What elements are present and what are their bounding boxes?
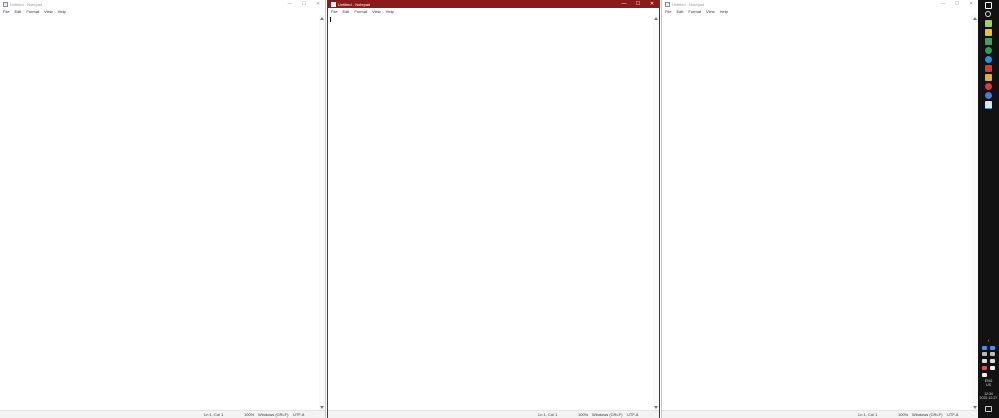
window-title: Untitled - Notepad bbox=[338, 1, 371, 7]
maximize-button[interactable]: ☐ bbox=[631, 0, 645, 8]
app-icon-1[interactable] bbox=[985, 20, 992, 27]
title-bar[interactable]: Untitled - Notepad — ☐ ✕ bbox=[328, 0, 659, 8]
app-icon-9[interactable] bbox=[985, 92, 992, 99]
encoding: UTF-8 bbox=[947, 412, 959, 417]
keyboard-layout: US bbox=[986, 383, 991, 387]
window-title: Untitled - Notepad bbox=[672, 1, 705, 7]
window-title: Untitled - Notepad bbox=[10, 1, 43, 7]
zoom-level: 100% bbox=[578, 412, 589, 417]
text-editor[interactable] bbox=[0, 15, 319, 411]
app-icon-7[interactable] bbox=[985, 74, 992, 81]
menu-file[interactable]: File bbox=[665, 9, 671, 14]
close-button[interactable]: ✕ bbox=[645, 0, 659, 8]
menu-file[interactable]: File bbox=[331, 9, 337, 14]
cursor-position: Ln 1, Col 1 bbox=[538, 412, 558, 417]
menu-edit[interactable]: Edit bbox=[14, 9, 21, 14]
title-bar[interactable]: Untitled - Notepad — ☐ ✕ bbox=[0, 0, 325, 8]
notepad-icon bbox=[331, 1, 336, 7]
minimize-button[interactable]: — bbox=[617, 0, 631, 8]
minimize-button[interactable]: — bbox=[936, 0, 950, 8]
edge-browser-icon[interactable] bbox=[985, 56, 992, 63]
tray-icon-8[interactable] bbox=[990, 366, 995, 370]
close-button[interactable]: ✕ bbox=[311, 0, 325, 8]
file-explorer-icon[interactable] bbox=[985, 29, 992, 36]
menu-view[interactable]: View bbox=[44, 9, 53, 14]
menu-help[interactable]: Help bbox=[58, 9, 66, 14]
close-button[interactable]: ✕ bbox=[964, 0, 978, 8]
notepad-icon bbox=[3, 1, 8, 7]
scroll-up-icon[interactable] bbox=[320, 17, 324, 20]
app-icon-6[interactable] bbox=[985, 65, 992, 72]
windows-start-icon[interactable] bbox=[985, 2, 992, 9]
line-ending: Windows (CRLF) bbox=[258, 412, 289, 417]
text-caret bbox=[330, 17, 331, 22]
tray-icon-1[interactable] bbox=[982, 346, 987, 350]
zoom-level: 100% bbox=[244, 412, 255, 417]
zoom-level: 100% bbox=[898, 412, 909, 417]
menu-bar: File Edit Format View Help bbox=[0, 8, 325, 15]
app-icon-3[interactable] bbox=[985, 38, 992, 45]
cursor-position: Ln 1, Col 1 bbox=[858, 412, 878, 417]
app-icon-4[interactable] bbox=[985, 47, 992, 54]
scroll-down-icon[interactable] bbox=[654, 406, 658, 409]
maximize-button[interactable]: ☐ bbox=[950, 0, 964, 8]
tray-icon-7[interactable] bbox=[982, 366, 987, 370]
volume-icon[interactable] bbox=[990, 359, 995, 363]
menu-format[interactable]: Format bbox=[688, 9, 701, 14]
line-ending: Windows (CRLF) bbox=[912, 412, 943, 417]
app-icon-8[interactable] bbox=[985, 83, 992, 90]
title-bar[interactable]: Untitled - Notepad — ☐ ✕ bbox=[662, 0, 978, 8]
notepad-icon bbox=[665, 1, 670, 7]
text-editor[interactable] bbox=[662, 15, 972, 411]
clock[interactable]: 12:34 2022-12-27 bbox=[978, 392, 999, 400]
notepad-window-1[interactable]: Untitled - Notepad — ☐ ✕ File Edit Forma… bbox=[0, 0, 326, 418]
vertical-scrollbar[interactable] bbox=[319, 15, 325, 411]
taskbar: ‹ ENG US 12:34 2022-12-27 bbox=[978, 0, 999, 418]
encoding: UTF-8 bbox=[627, 412, 639, 417]
notepad-taskbar-icon[interactable] bbox=[985, 101, 992, 109]
menu-help[interactable]: Help bbox=[720, 9, 728, 14]
cursor-position: Ln 1, Col 1 bbox=[204, 412, 224, 417]
tray-icon-4[interactable] bbox=[990, 352, 995, 356]
menu-bar: File Edit Format View Help bbox=[328, 8, 659, 15]
notepad-window-2[interactable]: Untitled - Notepad — ☐ ✕ File Edit Forma… bbox=[327, 0, 660, 418]
network-icon[interactable] bbox=[982, 359, 987, 363]
maximize-button[interactable]: ☐ bbox=[297, 0, 311, 8]
tray-icon-9[interactable] bbox=[982, 373, 987, 377]
search-icon[interactable] bbox=[985, 11, 991, 17]
menu-format[interactable]: Format bbox=[26, 9, 39, 14]
menu-edit[interactable]: Edit bbox=[342, 9, 349, 14]
menu-edit[interactable]: Edit bbox=[676, 9, 683, 14]
notification-center-icon[interactable] bbox=[985, 406, 992, 412]
menu-file[interactable]: File bbox=[3, 9, 9, 14]
status-bar: Ln 1, Col 1 100% Windows (CRLF) UTF-8 bbox=[662, 410, 978, 418]
status-bar: Ln 1, Col 1 100% Windows (CRLF) UTF-8 bbox=[328, 410, 659, 418]
language-indicator[interactable]: ENG US bbox=[978, 379, 999, 387]
menu-view[interactable]: View bbox=[706, 9, 715, 14]
chevron-up-icon[interactable]: ‹ bbox=[985, 338, 992, 345]
encoding: UTF-8 bbox=[293, 412, 305, 417]
menu-bar: File Edit Format View Help bbox=[662, 8, 978, 15]
menu-view[interactable]: View bbox=[372, 9, 381, 14]
clock-date: 2022-12-27 bbox=[979, 396, 998, 400]
menu-format[interactable]: Format bbox=[354, 9, 367, 14]
vertical-scrollbar[interactable] bbox=[653, 15, 659, 411]
scroll-up-icon[interactable] bbox=[654, 17, 658, 20]
scroll-down-icon[interactable] bbox=[320, 406, 324, 409]
scroll-up-icon[interactable] bbox=[973, 17, 977, 20]
notepad-window-3[interactable]: Untitled - Notepad — ☐ ✕ File Edit Forma… bbox=[661, 0, 978, 418]
menu-help[interactable]: Help bbox=[386, 9, 394, 14]
tray-icon-3[interactable] bbox=[982, 352, 987, 356]
minimize-button[interactable]: — bbox=[283, 0, 297, 8]
scroll-down-icon[interactable] bbox=[973, 406, 977, 409]
line-ending: Windows (CRLF) bbox=[592, 412, 623, 417]
text-editor[interactable] bbox=[328, 15, 653, 411]
status-bar: Ln 1, Col 1 100% Windows (CRLF) UTF-8 bbox=[0, 410, 325, 418]
tray-icon-2[interactable] bbox=[990, 346, 995, 350]
